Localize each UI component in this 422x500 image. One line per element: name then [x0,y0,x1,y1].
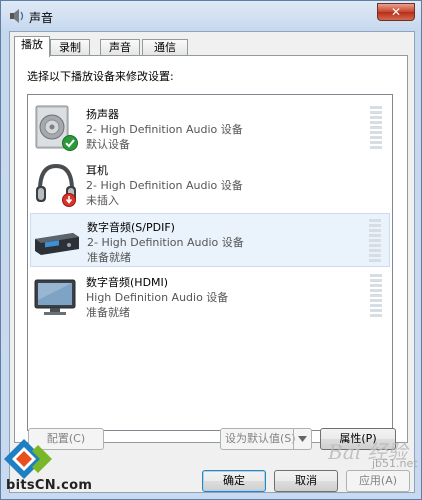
tab-playback[interactable]: 播放 [14,36,50,57]
tab-sounds[interactable]: 声音 [100,39,140,56]
device-name: 耳机 [86,164,108,177]
device-description: 2- High Definition Audio 设备 [87,236,244,249]
device-status: 未插入 [86,194,119,207]
set-default-button[interactable]: 设为默认值(S) [220,428,312,450]
apply-button[interactable]: 应用(A) [346,470,410,492]
tab-recording[interactable]: 录制 [50,39,90,56]
playback-panel: 选择以下播放设备来修改设置: 扬声器 2- High Definition Au… [14,55,408,443]
set-default-dropdown[interactable] [293,429,311,449]
device-row-spdif[interactable]: 数字音频(S/PDIF) 2- High Definition Audio 设备… [30,213,390,267]
unplugged-icon [62,193,76,207]
close-icon: ✕ [390,5,402,19]
device-description: 2- High Definition Audio 设备 [86,123,243,136]
volume-meter [370,274,382,317]
device-name: 数字音频(S/PDIF) [87,221,175,234]
volume-meter [369,219,381,262]
jb51-watermark: jb51.net [372,457,418,470]
sound-dialog: 声音 ✕ 播放 录制 声音 通信 选择以下播放设备来修改设置: 扬声器 2- H… [0,0,422,500]
device-description: 2- High Definition Audio 设备 [86,179,243,192]
device-status: 准备就绪 [86,306,130,319]
tab-communications[interactable]: 通信 [142,39,188,56]
speaker-app-icon [10,9,24,23]
device-description: High Definition Audio 设备 [86,291,229,304]
instruction-text: 选择以下播放设备来修改设置: [27,70,174,83]
device-row-hdmi[interactable]: 数字音频(HDMI) High Definition Audio 设备 准备就绪 [30,269,390,323]
close-button[interactable]: ✕ [377,3,415,21]
device-status: 默认设备 [86,138,130,151]
cancel-button[interactable]: 取消 [274,470,338,492]
device-name: 数字音频(HDMI) [86,276,169,289]
default-check-icon [62,135,78,151]
playback-device-list[interactable]: 扬声器 2- High Definition Audio 设备 默认设备 耳机 … [27,94,393,431]
digital-audio-icon [35,233,79,255]
device-row-headphones[interactable]: 耳机 2- High Definition Audio 设备 未插入 [30,157,390,211]
device-row-speakers[interactable]: 扬声器 2- High Definition Audio 设备 默认设备 [30,101,390,155]
device-status: 准备就绪 [87,251,131,264]
device-name: 扬声器 [86,108,119,121]
monitor-icon [34,279,76,315]
bitscn-watermark: bitsCN.com [6,478,93,493]
ok-button[interactable]: 确定 [202,470,266,492]
dialog-client: 播放 录制 声音 通信 选择以下播放设备来修改设置: 扬声器 2- High D… [9,31,415,493]
window-title: 声音 [29,11,54,25]
set-default-label: 设为默认值(S) [225,432,296,445]
chevron-down-icon [298,436,307,442]
volume-meter [370,106,382,149]
title-bar[interactable]: 声音 ✕ [1,1,421,31]
